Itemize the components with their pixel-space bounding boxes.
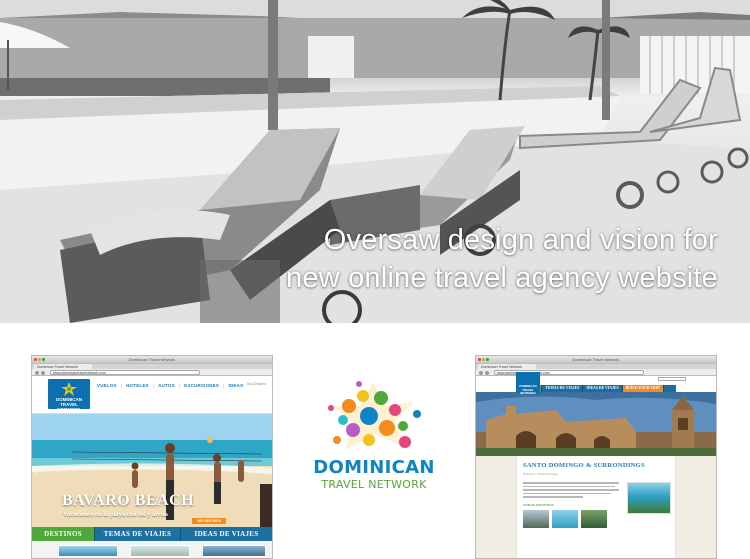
minimize-icon[interactable]	[38, 358, 41, 361]
back-icon[interactable]	[35, 370, 39, 375]
nav-item-ideas[interactable]: IDEAS	[228, 383, 245, 388]
maximize-icon[interactable]	[42, 358, 45, 361]
browser-toolbar: www.dominicantravelnetwork.com	[32, 369, 272, 376]
page-title: SANTO DOMINGO & SURRONDINGS	[523, 462, 645, 469]
nav-item-ideas-de-viajes[interactable]: IDEAS DE VIAJES	[583, 385, 623, 392]
browser-toolbar: www.dominicantravelnetwork.com	[476, 369, 716, 376]
thumbnail-image[interactable]	[552, 510, 578, 528]
featured-photo[interactable]	[627, 482, 671, 514]
tab-ideas-de-viajes[interactable]: IDEAS DE VIAJES	[180, 527, 272, 541]
section-heading: OTROS DESTINOS	[523, 503, 554, 507]
beach-photo	[32, 414, 272, 540]
star-logo-icon	[328, 381, 421, 450]
nav-item-hoteles[interactable]: HOTELES	[125, 383, 150, 388]
maximize-icon[interactable]	[486, 358, 489, 361]
site-nav: VUELOS | HOTELES | AUTOS | EXCURSIONES | IDE…	[96, 383, 245, 388]
content-panel: SANTO DOMINGO & SURRONDINGS Destinos › S…	[516, 456, 676, 558]
nav-item-build-your-trip[interactable]: BUILD YOUR TRIP	[622, 385, 664, 392]
thumbnail-image[interactable]	[523, 510, 549, 528]
thumbnail-image[interactable]	[202, 545, 266, 557]
site-logo[interactable]: DOMINICAN TRAVEL NETWORK	[516, 372, 540, 395]
browser-title-bar: Dominican Travel Network	[476, 356, 716, 363]
tab-temas-de-viajes[interactable]: TEMAS DE VIAJES	[94, 527, 180, 541]
window-title: Dominican Travel Network	[572, 357, 620, 362]
window-title: Dominican Travel Network	[128, 357, 176, 362]
body-text	[523, 482, 619, 500]
thumbnail-image[interactable]	[58, 545, 118, 557]
hero-slide-subtitle: Vacaciones en la playa con sol y arena	[63, 511, 168, 518]
nav-item-excursiones[interactable]: EXCURSIONES	[183, 383, 220, 388]
website-screenshot-destination: Dominican Travel Network Dominican Trave…	[475, 355, 717, 559]
site-tabs: DESTINOS TEMAS DE VIAJES IDEAS DE VIAJES	[32, 527, 272, 541]
nav-item-temas-de-viajes[interactable]: TEMAS DE VIAJES	[542, 385, 584, 392]
nav-item-autos[interactable]: AUTOS	[157, 383, 176, 388]
window-controls	[478, 358, 489, 361]
hero-caption: Oversaw design and vision for new online…	[286, 221, 718, 297]
thumbnail-image[interactable]	[130, 545, 190, 557]
cathedral-photo	[476, 392, 716, 456]
site-logo-text: DOMINICAN TRAVEL NETWORK	[56, 397, 82, 412]
thumbnail-image[interactable]	[581, 510, 607, 528]
hero-slide-button[interactable]: VER DESTINOS	[192, 518, 226, 524]
website-screenshot-homepage: Dominican Travel Network Dominican Trave…	[31, 355, 273, 559]
hero-caption-line-2: new online travel agency website	[286, 262, 718, 294]
address-bar[interactable]: www.dominicantravelnetwork.com	[50, 370, 200, 375]
site-logo[interactable]: DOMINICAN TRAVEL NETWORK	[48, 379, 90, 412]
forward-icon[interactable]	[485, 370, 489, 375]
logo-wordmark: DOMINICAN	[313, 457, 435, 478]
site-nav: DESTINOS TEMAS DE VIAJES IDEAS DE VIAJES…	[516, 385, 676, 392]
back-icon[interactable]	[479, 370, 483, 375]
tab-destinos[interactable]: DESTINOS	[32, 527, 94, 541]
carousel-prev-icon[interactable]: ‹	[35, 466, 39, 478]
forward-icon[interactable]	[41, 370, 45, 375]
beach-hero-slide: ‹ BAVARO BEACH Vacaciones en la playa co…	[32, 414, 272, 540]
hero-slide-title: BAVARO BEACH	[62, 492, 195, 509]
window-controls	[34, 358, 45, 361]
destination-thumbnails	[523, 510, 607, 528]
browser-title-bar: Dominican Travel Network	[32, 356, 272, 363]
breadcrumb[interactable]: Destinos › Santo Domingo	[523, 472, 558, 476]
logo-tagline: TRAVEL NETWORK	[321, 478, 427, 491]
hero-caption-line-1: Oversaw design and vision for	[323, 224, 718, 256]
star-logo-icon	[61, 382, 77, 396]
search-input[interactable]	[658, 377, 686, 381]
destination-thumbnails	[32, 541, 272, 558]
minimize-icon[interactable]	[482, 358, 485, 361]
currency-selector[interactable]: Usa Dólares	[247, 382, 266, 386]
close-icon[interactable]	[34, 358, 37, 361]
close-icon[interactable]	[478, 358, 481, 361]
brand-logo: DOMINICAN TRAVEL NETWORK	[303, 378, 443, 496]
site-header: DOMINICAN TRAVEL NETWORK VUELOS | HOTELES…	[32, 376, 272, 414]
cathedral-hero	[476, 392, 716, 456]
nav-item-vuelos[interactable]: VUELOS	[96, 383, 118, 388]
hero-banner: Oversaw design and vision for new online…	[0, 0, 750, 323]
